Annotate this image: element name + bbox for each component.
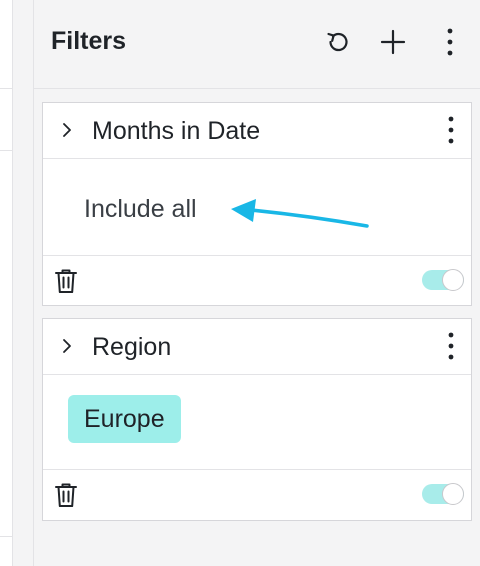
delete-filter-button[interactable] — [55, 268, 77, 299]
filter-card-body: Europe — [43, 375, 471, 470]
reset-icon — [327, 32, 348, 52]
plus-icon — [380, 29, 406, 55]
filter-card-body[interactable]: Include all — [43, 159, 471, 256]
filter-more-button[interactable] — [441, 115, 461, 145]
filter-card-header: Months in Date — [43, 103, 471, 159]
filter-card-footer — [43, 470, 471, 520]
kebab-icon — [448, 332, 454, 360]
add-filter-button[interactable] — [377, 26, 409, 58]
left-divider — [0, 150, 12, 151]
filter-card-region: Region Europe — [42, 318, 472, 521]
toggle-knob — [442, 269, 464, 291]
filter-title: Region — [92, 333, 172, 361]
filter-value-chip[interactable]: Europe — [68, 395, 181, 443]
filters-header: Filters — [34, 0, 480, 89]
panel-title: Filters — [51, 27, 127, 55]
reset-button[interactable] — [322, 26, 354, 58]
filter-card-header: Region — [43, 319, 471, 375]
filter-card-months-in-date: Months in Date Include all — [42, 102, 472, 306]
expand-chevron-button[interactable] — [61, 121, 73, 144]
filter-enabled-toggle[interactable] — [422, 483, 464, 505]
toggle-knob — [442, 483, 464, 505]
delete-filter-button[interactable] — [55, 482, 77, 513]
filters-panel: Filters Months in Date Include all Regio… — [33, 0, 480, 566]
header-more-button[interactable] — [434, 26, 466, 58]
filter-title: Months in Date — [92, 117, 261, 145]
filter-more-button[interactable] — [441, 331, 461, 361]
left-divider — [0, 536, 12, 537]
filter-card-footer — [43, 256, 471, 306]
filter-enabled-toggle[interactable] — [422, 269, 464, 291]
kebab-icon — [447, 28, 453, 56]
left-edge-strip — [0, 0, 13, 566]
kebab-icon — [448, 116, 454, 144]
left-divider — [0, 88, 12, 89]
filter-value-text: Include all — [84, 195, 197, 223]
trash-icon — [55, 483, 77, 507]
expand-chevron-button[interactable] — [61, 337, 73, 360]
chevron-right-icon — [63, 123, 71, 137]
trash-icon — [55, 269, 77, 293]
chevron-right-icon — [63, 339, 71, 353]
